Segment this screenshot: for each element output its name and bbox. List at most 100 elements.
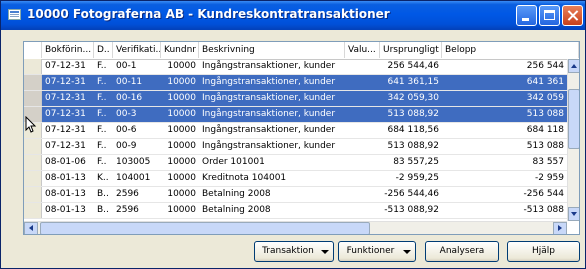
row-selector[interactable] — [24, 139, 42, 154]
cell-desc[interactable]: Ingångstransaktioner, kunder — [199, 91, 345, 106]
table-row[interactable]: 07-12-31 F.. 00-16 10000 Ingångstransaktione… — [24, 91, 567, 107]
close-button[interactable] — [562, 5, 583, 26]
vertical-scroll-thumb[interactable] — [568, 89, 579, 149]
row-selector[interactable] — [24, 187, 42, 202]
table-row[interactable]: 08-01-13 B.. 2596 10000 Betalning 2008 -256 5… — [24, 187, 567, 203]
cell-belopp[interactable]: 513 088 — [442, 139, 567, 154]
cell-ver[interactable]: 104001 — [113, 171, 161, 186]
cell-urspr[interactable]: -2 959,25 — [380, 171, 442, 186]
header-ursprungligt-belopp[interactable]: Ursprungligt ... — [380, 42, 442, 58]
cell-desc[interactable]: Ingångstransaktioner, kunder — [199, 107, 345, 122]
scroll-down-button[interactable] — [568, 207, 579, 221]
header-belopp[interactable]: Belopp — [442, 42, 579, 58]
cell-kund[interactable]: 10000 — [161, 171, 199, 186]
vertical-scrollbar[interactable] — [567, 59, 579, 221]
header-verifikation[interactable]: Verifikati... — [113, 42, 161, 58]
cell-belopp[interactable]: 83 557 — [442, 155, 567, 170]
cell-desc[interactable]: Ingångstransaktioner, kunder — [199, 75, 345, 90]
table-row[interactable]: 08-01-13 B.. 2596 10000 Betalning 2008 -513 0… — [24, 203, 567, 219]
cell-date[interactable]: 07-12-31 — [42, 75, 94, 90]
cell-belopp[interactable]: -2 959 — [442, 171, 567, 186]
cell-valu[interactable] — [345, 91, 380, 106]
cell-d[interactable]: B.. — [94, 187, 113, 202]
cell-d[interactable]: F.. — [94, 59, 113, 74]
cell-desc[interactable]: Kreditnota 104001 — [199, 171, 345, 186]
cell-ver[interactable]: 103005 — [113, 155, 161, 170]
cell-valu[interactable] — [345, 139, 380, 154]
cell-date[interactable]: 07-12-31 — [42, 139, 94, 154]
cell-d[interactable]: F.. — [94, 123, 113, 138]
cell-d[interactable]: F.. — [94, 107, 113, 122]
cell-urspr[interactable]: 342 059,30 — [380, 91, 442, 106]
cell-date[interactable]: 08-01-06 — [42, 155, 94, 170]
cell-ver[interactable]: 00-11 — [113, 75, 161, 90]
cell-urspr[interactable]: 83 557,25 — [380, 155, 442, 170]
cell-belopp[interactable]: 342 059 — [442, 91, 567, 106]
table-row[interactable]: 07-12-31 F.. 00-6 10000 Ingångstransaktioner… — [24, 123, 567, 139]
header-dokumenttyp[interactable]: D.. — [94, 42, 113, 58]
cell-d[interactable]: F.. — [94, 75, 113, 90]
cell-kund[interactable]: 10000 — [161, 107, 199, 122]
cell-valu[interactable] — [345, 171, 380, 186]
cell-date[interactable]: 07-12-31 — [42, 91, 94, 106]
cell-ver[interactable]: 2596 — [113, 187, 161, 202]
title-bar[interactable]: 10000 Fotograferna AB - Kundreskontratra… — [1, 1, 585, 30]
cell-belopp[interactable]: -513 088 — [442, 203, 567, 218]
row-selector[interactable] — [24, 171, 42, 186]
header-valuta[interactable]: Valu... — [345, 42, 380, 58]
header-kundnr[interactable]: Kundnr — [161, 42, 199, 58]
cell-desc[interactable]: Ingångstransaktioner, kunder — [199, 139, 345, 154]
cell-date[interactable]: 08-01-13 — [42, 171, 94, 186]
funktioner-menu-button[interactable]: Funktioner — [338, 241, 416, 262]
cell-valu[interactable] — [345, 203, 380, 218]
cell-valu[interactable] — [345, 75, 380, 90]
cell-kund[interactable]: 10000 — [161, 91, 199, 106]
cell-urspr[interactable]: 513 088,92 — [380, 107, 442, 122]
horizontal-scroll-thumb[interactable] — [40, 222, 370, 234]
cell-desc[interactable]: Ingångstransaktioner, kunder — [199, 59, 345, 74]
maximize-button[interactable] — [539, 5, 560, 26]
cell-desc[interactable]: Order 101001 — [199, 155, 345, 170]
scroll-right-button[interactable] — [553, 222, 567, 234]
cell-urspr[interactable]: 513 088,92 — [380, 139, 442, 154]
cell-valu[interactable] — [345, 59, 380, 74]
cell-belopp[interactable]: 641 361 — [442, 75, 567, 90]
transaktion-menu-button[interactable]: Transaktion — [254, 241, 334, 262]
table-row[interactable]: 08-01-13 K.. 104001 10000 Kreditnota 104001 -… — [24, 171, 567, 187]
cell-ver[interactable]: 00-3 — [113, 107, 161, 122]
cell-kund[interactable]: 10000 — [161, 75, 199, 90]
cell-urspr[interactable]: 684 118,56 — [380, 123, 442, 138]
cell-desc[interactable]: Betalning 2008 — [199, 187, 345, 202]
cell-belopp[interactable]: 513 088 — [442, 107, 567, 122]
cell-valu[interactable] — [345, 155, 380, 170]
cell-date[interactable]: 07-12-31 — [42, 123, 94, 138]
table-row[interactable]: 07-12-31 F.. 00-9 10000 Ingångstransaktioner… — [24, 139, 567, 155]
cell-date[interactable]: 07-12-31 — [42, 107, 94, 122]
cell-urspr[interactable]: 256 544,46 — [380, 59, 442, 74]
header-beskrivning[interactable]: Beskrivning — [199, 42, 345, 58]
cell-belopp[interactable]: 684 118 — [442, 123, 567, 138]
table-row[interactable]: 07-12-31 F.. 00-3 10000 Ingångstransaktioner… — [24, 107, 567, 123]
cell-d[interactable]: B.. — [94, 203, 113, 218]
cell-date[interactable]: 08-01-13 — [42, 203, 94, 218]
horizontal-scrollbar[interactable] — [24, 221, 567, 234]
table-row[interactable]: 07-12-31 F.. 00-11 10000 Ingångstransaktione… — [24, 75, 567, 91]
cell-d[interactable]: F.. — [94, 91, 113, 106]
cell-desc[interactable]: Ingångstransaktioner, kunder — [199, 123, 345, 138]
scroll-up-button[interactable] — [568, 59, 579, 73]
cell-kund[interactable]: 10000 — [161, 123, 199, 138]
cell-valu[interactable] — [345, 107, 380, 122]
cell-desc[interactable]: Betalning 2008 — [199, 203, 345, 218]
cell-valu[interactable] — [345, 187, 380, 202]
header-bokforingsdatum[interactable]: Bokförin... — [42, 42, 94, 58]
cell-belopp[interactable]: 256 544 — [442, 59, 567, 74]
cell-ver[interactable]: 00-16 — [113, 91, 161, 106]
table-row[interactable]: 08-01-06 F.. 103005 10000 Order 101001 83 557… — [24, 155, 567, 171]
row-selector[interactable] — [24, 75, 42, 90]
cell-valu[interactable] — [345, 123, 380, 138]
row-selector[interactable] — [24, 203, 42, 218]
cell-d[interactable]: F.. — [94, 139, 113, 154]
cell-urspr[interactable]: -513 088,92 — [380, 203, 442, 218]
minimize-button[interactable] — [516, 5, 537, 26]
cell-ver[interactable]: 00-9 — [113, 139, 161, 154]
